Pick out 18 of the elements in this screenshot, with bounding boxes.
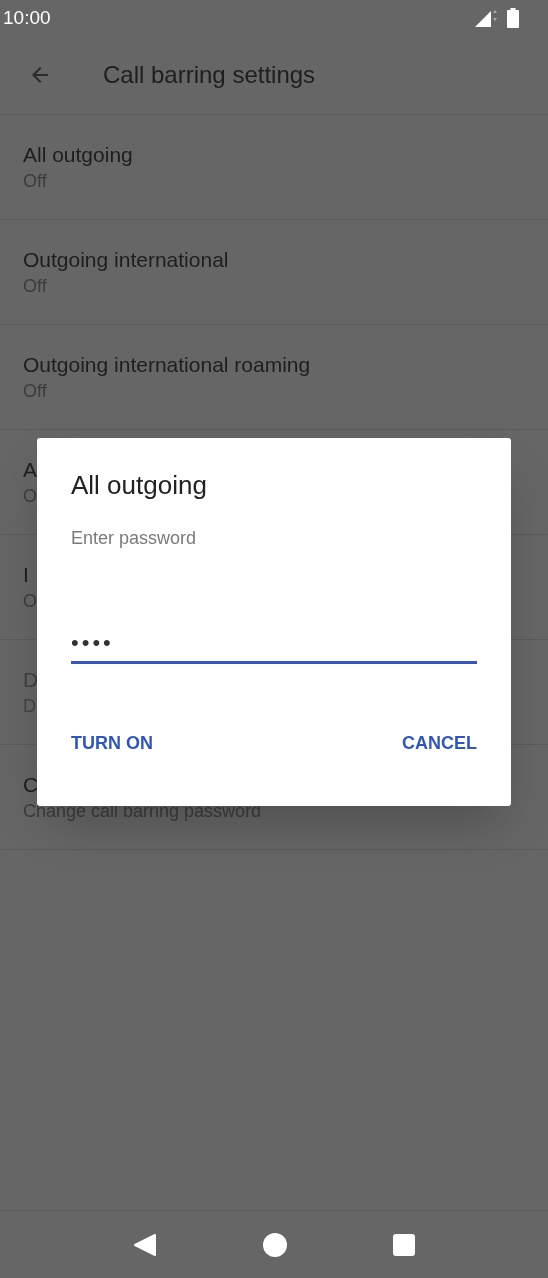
dialog-button[interactable]: TURN ON — [71, 726, 153, 761]
item-title: Outgoing international roaming — [23, 352, 311, 378]
dialog-button[interactable]: CANCEL — [402, 726, 477, 761]
item-title: All outgoing — [23, 142, 133, 168]
item-title: I — [23, 562, 29, 588]
signal-icon — [475, 9, 497, 27]
status-time: 10:00 — [3, 5, 51, 30]
password-field[interactable]: •••• — [71, 624, 477, 664]
item-title: C — [23, 772, 39, 798]
toolbar-title: Call barring settings — [103, 60, 316, 90]
battery-icon — [507, 8, 519, 28]
dialog-title: All outgoing — [71, 469, 208, 502]
home-circle-icon[interactable] — [263, 1232, 287, 1257]
recents-square-icon[interactable] — [393, 1233, 415, 1256]
dialog-message: Enter password — [71, 527, 198, 550]
item-title: A — [23, 457, 37, 483]
item-title: Outgoing international — [23, 247, 229, 273]
back-triangle-icon[interactable] — [133, 1232, 157, 1257]
